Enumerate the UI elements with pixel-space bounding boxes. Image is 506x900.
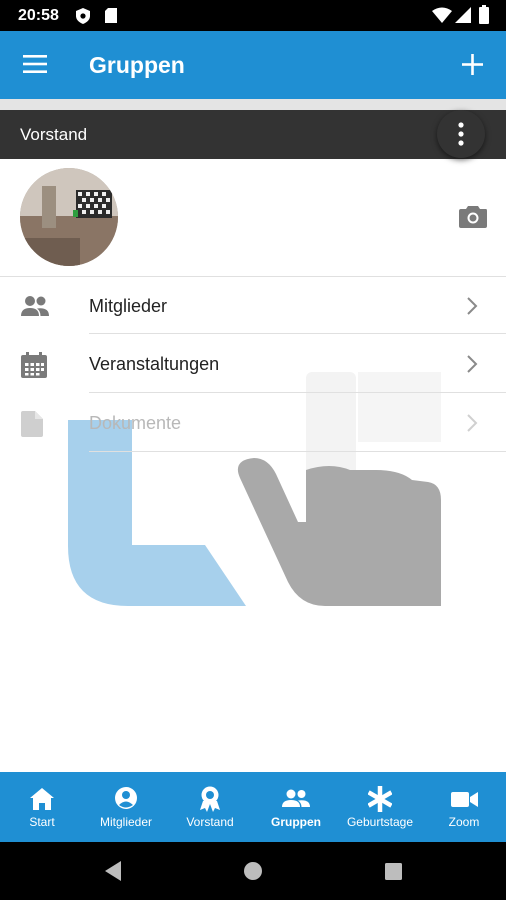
chevron-right-icon [467,355,478,373]
divider [89,451,506,452]
nav-label: Start [29,815,55,829]
camera-icon[interactable] [459,206,487,228]
asterisk-icon [368,786,392,812]
menu-item-mitglieder[interactable]: Mitglieder [0,276,506,334]
wifi-icon [432,7,452,23]
shield-notification-icon [76,8,90,24]
nav-label: Geburtstage [346,815,414,829]
menu-item-dokumente[interactable]: Dokumente [0,394,506,452]
hamburger-menu-icon[interactable] [23,55,47,73]
account-circle-icon [115,787,137,809]
video-camera-icon [451,792,478,807]
nav-label: Mitglieder [99,815,153,829]
nav-label: Vorstand [186,815,234,829]
award-badge-icon [200,786,220,812]
sd-card-icon [105,8,117,23]
people-icon [21,296,49,316]
menu-item-label: Mitglieder [89,296,168,316]
home-icon [30,788,54,810]
more-options-button[interactable] [437,110,485,158]
group-avatar[interactable] [20,168,118,266]
menu-item-label: Veranstaltungen [89,354,220,374]
nav-mitglieder[interactable]: Mitglieder [84,772,168,842]
header-divider [0,99,506,110]
battery-icon [479,5,489,24]
nav-geburtstage[interactable]: Geburtstage [338,772,422,842]
chevron-right-icon [467,297,478,315]
nav-gruppen[interactable]: Gruppen [254,772,338,842]
nav-label: Zoom [448,815,480,829]
recents-icon[interactable] [385,863,402,880]
nav-label: Gruppen [271,815,321,829]
document-icon [21,411,43,437]
calendar-icon [21,352,47,378]
page-title: Gruppen [89,52,185,78]
status-bar: 20:58 [0,0,506,31]
divider [89,392,506,393]
nav-vorstand[interactable]: Vorstand [168,772,252,842]
back-icon[interactable] [103,861,123,881]
app-bar: Gruppen [0,31,506,99]
plus-icon[interactable] [462,54,483,75]
nav-zoom[interactable]: Zoom [422,772,506,842]
group-title: Vorstand [20,125,88,144]
more-vertical-icon [458,122,464,146]
status-time: 20:58 [18,7,59,24]
home-circle-icon[interactable] [244,862,262,880]
group-header: Vorstand [0,110,506,159]
group-icon [282,789,310,807]
system-navigation-bar [0,842,506,900]
nav-start[interactable]: Start [0,772,84,842]
chevron-right-icon [467,414,478,432]
menu-item-veranstaltungen[interactable]: Veranstaltungen [0,335,506,393]
menu-item-label: Dokumente [89,413,182,433]
signal-icon [455,7,471,23]
divider [89,333,506,334]
bottom-navigation: Start Mitglieder Vorstand Gruppen Geburt… [0,772,506,842]
